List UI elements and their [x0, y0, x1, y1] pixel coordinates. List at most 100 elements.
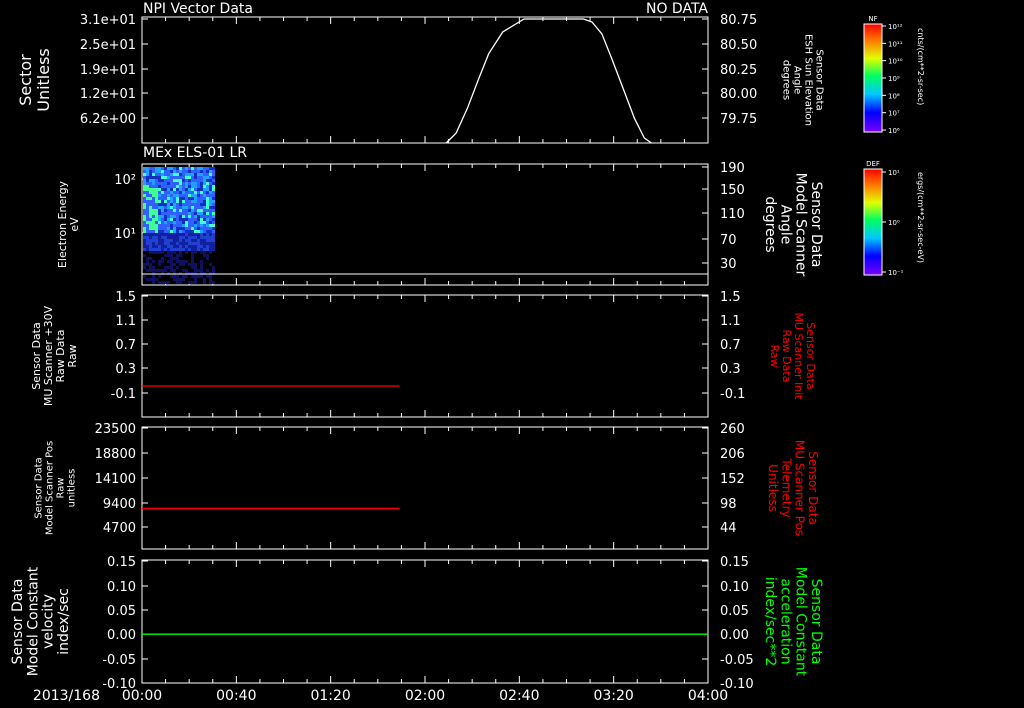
heat-cell	[173, 209, 176, 212]
heat-cell	[173, 191, 176, 194]
colorbar-tick-label: 10⁹	[888, 75, 900, 83]
heat-cell	[206, 167, 209, 170]
heat-cell	[203, 191, 206, 194]
heat-cell	[164, 221, 167, 224]
heat-cell	[170, 281, 173, 284]
heat-cell	[179, 206, 182, 209]
heat-cell	[158, 275, 161, 278]
heat-cell	[155, 224, 158, 227]
heat-cell	[179, 233, 182, 236]
heat-cell	[146, 167, 149, 170]
heat-cell	[173, 215, 176, 218]
heat-cell	[167, 233, 170, 236]
heat-cell	[170, 206, 173, 209]
heat-cell	[194, 212, 197, 215]
heat-cell	[176, 203, 179, 206]
heat-cell	[161, 281, 164, 284]
heat-cell	[146, 173, 149, 176]
heat-cell	[203, 236, 206, 239]
heat-cell	[158, 182, 161, 185]
heat-cell	[206, 179, 209, 182]
heat-cell	[167, 248, 170, 251]
left-tick-label: 10¹	[114, 227, 136, 242]
left-tick-label: 1.9e+01	[80, 63, 136, 78]
heat-cell	[176, 245, 179, 248]
heat-cell	[197, 224, 200, 227]
right-tick-label: 0.3	[720, 362, 741, 377]
heat-cell	[212, 245, 215, 248]
heat-cell	[203, 248, 206, 251]
heat-cell	[170, 167, 173, 170]
heat-cell	[155, 173, 158, 176]
heat-cell	[146, 278, 149, 281]
heat-cell	[149, 200, 152, 203]
heat-cell	[176, 227, 179, 230]
heat-cell	[155, 167, 158, 170]
heat-cell	[179, 197, 182, 200]
heat-cell	[197, 188, 200, 191]
heat-cell	[188, 215, 191, 218]
heat-cell	[149, 188, 152, 191]
heat-cell	[176, 230, 179, 233]
heat-cell	[143, 215, 146, 218]
heat-cell	[182, 266, 185, 269]
right-axis-label-line: Model Constant	[793, 567, 809, 677]
heat-cell	[146, 200, 149, 203]
heat-cell	[194, 173, 197, 176]
heat-cell	[152, 233, 155, 236]
heat-cell	[173, 254, 176, 257]
heat-cell	[188, 173, 191, 176]
heat-cell	[161, 197, 164, 200]
heat-cell	[188, 191, 191, 194]
heat-cell	[149, 266, 152, 269]
heat-cell	[146, 260, 149, 263]
heat-cell	[200, 263, 203, 266]
heat-cell	[161, 185, 164, 188]
multi-panel-plot: NPI Vector Data NO DATA 2013/168 MEx ELS…	[0, 0, 1024, 708]
heat-cell	[161, 230, 164, 233]
heat-cell	[194, 218, 197, 221]
heat-cell	[200, 215, 203, 218]
heat-cell	[170, 245, 173, 248]
heat-cell	[200, 251, 203, 254]
heat-cell	[194, 185, 197, 188]
heat-cell	[146, 179, 149, 182]
heat-cell	[188, 269, 191, 272]
heat-cell	[185, 215, 188, 218]
heat-cell	[167, 221, 170, 224]
heat-cell	[149, 251, 152, 254]
heat-cell	[200, 266, 203, 269]
heat-cell	[179, 218, 182, 221]
heat-cell	[158, 203, 161, 206]
heat-cell	[176, 257, 179, 260]
heat-cell	[212, 248, 215, 251]
heat-cell	[155, 185, 158, 188]
heat-cell	[167, 263, 170, 266]
heat-cell	[185, 260, 188, 263]
heat-cell	[170, 263, 173, 266]
heat-cell	[209, 233, 212, 236]
heat-cell	[209, 275, 212, 278]
heat-cell	[158, 179, 161, 182]
heat-cell	[194, 281, 197, 284]
heat-cell	[158, 218, 161, 221]
heat-cell	[191, 245, 194, 248]
heat-cell	[155, 230, 158, 233]
heat-cell	[143, 260, 146, 263]
heat-cell	[146, 233, 149, 236]
heat-cell	[170, 242, 173, 245]
heat-cell	[182, 185, 185, 188]
left-tick-label: 10²	[114, 173, 136, 188]
heat-cell	[206, 203, 209, 206]
heat-cell	[188, 176, 191, 179]
time-tick-label: 00:00	[122, 688, 162, 704]
heat-cell	[146, 227, 149, 230]
heat-cell	[188, 197, 191, 200]
heat-cell	[212, 170, 215, 173]
heat-cell	[191, 176, 194, 179]
heat-cell	[170, 179, 173, 182]
heat-cell	[176, 278, 179, 281]
heat-cell	[173, 206, 176, 209]
heat-cell	[149, 233, 152, 236]
heat-cell	[167, 179, 170, 182]
